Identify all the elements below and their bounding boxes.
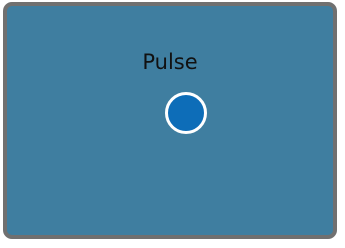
pulse-indicator[interactable] [165,92,207,134]
panel-title: Pulse [142,50,198,74]
